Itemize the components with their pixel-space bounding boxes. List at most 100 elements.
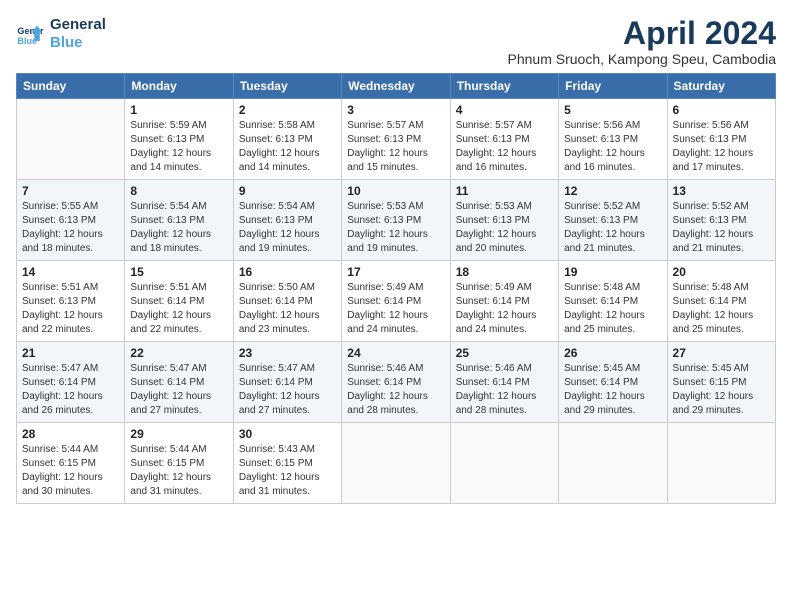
col-header-saturday: Saturday <box>667 74 775 99</box>
day-info: Sunrise: 5:54 AMSunset: 6:13 PMDaylight:… <box>130 200 227 256</box>
day-cell: 18 Sunrise: 5:49 AMSunset: 6:14 PMDayligh… <box>450 261 558 342</box>
calendar-table: SundayMondayTuesdayWednesdayThursdayFrid… <box>16 73 776 504</box>
col-header-monday: Monday <box>125 74 233 99</box>
day-number: 22 <box>130 346 227 360</box>
day-number: 16 <box>239 265 336 279</box>
week-row-2: 7 Sunrise: 5:55 AMSunset: 6:13 PMDaylight… <box>17 180 776 261</box>
day-info: Sunrise: 5:53 AMSunset: 6:13 PMDaylight:… <box>347 200 444 256</box>
day-info: Sunrise: 5:51 AMSunset: 6:13 PMDaylight:… <box>22 281 119 337</box>
logo: General Blue General Blue <box>16 16 106 52</box>
day-info: Sunrise: 5:44 AMSunset: 6:15 PMDaylight:… <box>130 443 227 499</box>
day-info: Sunrise: 5:46 AMSunset: 6:14 PMDaylight:… <box>456 362 553 418</box>
day-number: 26 <box>564 346 661 360</box>
day-cell: 10 Sunrise: 5:53 AMSunset: 6:13 PMDayligh… <box>342 180 450 261</box>
day-number: 3 <box>347 103 444 117</box>
day-number: 28 <box>22 427 119 441</box>
day-cell: 2 Sunrise: 5:58 AMSunset: 6:13 PMDaylight… <box>233 99 341 180</box>
day-number: 5 <box>564 103 661 117</box>
day-info: Sunrise: 5:44 AMSunset: 6:15 PMDaylight:… <box>22 443 119 499</box>
day-info: Sunrise: 5:48 AMSunset: 6:14 PMDaylight:… <box>673 281 770 337</box>
day-cell <box>342 423 450 504</box>
day-info: Sunrise: 5:46 AMSunset: 6:14 PMDaylight:… <box>347 362 444 418</box>
day-info: Sunrise: 5:53 AMSunset: 6:13 PMDaylight:… <box>456 200 553 256</box>
month-title: April 2024 <box>508 16 777 51</box>
week-row-5: 28 Sunrise: 5:44 AMSunset: 6:15 PMDayligh… <box>17 423 776 504</box>
col-header-friday: Friday <box>559 74 667 99</box>
svg-text:Blue: Blue <box>17 36 37 46</box>
day-info: Sunrise: 5:57 AMSunset: 6:13 PMDaylight:… <box>347 119 444 175</box>
day-cell: 28 Sunrise: 5:44 AMSunset: 6:15 PMDayligh… <box>17 423 125 504</box>
day-number: 24 <box>347 346 444 360</box>
logo-icon: General Blue <box>16 20 44 48</box>
day-number: 15 <box>130 265 227 279</box>
day-info: Sunrise: 5:50 AMSunset: 6:14 PMDaylight:… <box>239 281 336 337</box>
day-number: 7 <box>22 184 119 198</box>
day-info: Sunrise: 5:45 AMSunset: 6:14 PMDaylight:… <box>564 362 661 418</box>
day-number: 25 <box>456 346 553 360</box>
day-cell: 26 Sunrise: 5:45 AMSunset: 6:14 PMDayligh… <box>559 342 667 423</box>
day-number: 10 <box>347 184 444 198</box>
day-number: 18 <box>456 265 553 279</box>
day-info: Sunrise: 5:52 AMSunset: 6:13 PMDaylight:… <box>564 200 661 256</box>
day-cell: 20 Sunrise: 5:48 AMSunset: 6:14 PMDayligh… <box>667 261 775 342</box>
calendar-body: 1Sunrise: 5:59 AMSunset: 6:13 PMDaylight… <box>17 99 776 504</box>
col-header-sunday: Sunday <box>17 74 125 99</box>
day-number: 17 <box>347 265 444 279</box>
day-info: Sunrise: 5:56 AMSunset: 6:13 PMDaylight:… <box>564 119 661 175</box>
page-header: General Blue General Blue April 2024 Phn… <box>16 16 776 67</box>
day-cell: 7 Sunrise: 5:55 AMSunset: 6:13 PMDaylight… <box>17 180 125 261</box>
day-number: 21 <box>22 346 119 360</box>
day-number: 27 <box>673 346 770 360</box>
day-cell: 21 Sunrise: 5:47 AMSunset: 6:14 PMDayligh… <box>17 342 125 423</box>
day-number: 29 <box>130 427 227 441</box>
day-number: 4 <box>456 103 553 117</box>
day-info: Sunrise: 5:54 AMSunset: 6:13 PMDaylight:… <box>239 200 336 256</box>
col-header-tuesday: Tuesday <box>233 74 341 99</box>
day-cell: 22 Sunrise: 5:47 AMSunset: 6:14 PMDayligh… <box>125 342 233 423</box>
day-info: Sunrise: 5:43 AMSunset: 6:15 PMDaylight:… <box>239 443 336 499</box>
day-number: 9 <box>239 184 336 198</box>
day-number: 12 <box>564 184 661 198</box>
day-cell <box>17 99 125 180</box>
day-number: 11 <box>456 184 553 198</box>
logo-general: General <box>50 16 106 34</box>
day-cell <box>450 423 558 504</box>
day-number: 6 <box>673 103 770 117</box>
day-cell: 8Sunrise: 5:54 AMSunset: 6:13 PMDaylight… <box>125 180 233 261</box>
day-number: 19 <box>564 265 661 279</box>
week-row-4: 21 Sunrise: 5:47 AMSunset: 6:14 PMDayligh… <box>17 342 776 423</box>
day-cell: 6Sunrise: 5:56 AMSunset: 6:13 PMDaylight… <box>667 99 775 180</box>
day-number: 30 <box>239 427 336 441</box>
day-number: 13 <box>673 184 770 198</box>
day-cell: 14 Sunrise: 5:51 AMSunset: 6:13 PMDayligh… <box>17 261 125 342</box>
day-cell: 9 Sunrise: 5:54 AMSunset: 6:13 PMDaylight… <box>233 180 341 261</box>
location-title: Phnum Sruoch, Kampong Speu, Cambodia <box>508 51 777 67</box>
day-number: 2 <box>239 103 336 117</box>
col-header-wednesday: Wednesday <box>342 74 450 99</box>
day-cell: 1Sunrise: 5:59 AMSunset: 6:13 PMDaylight… <box>125 99 233 180</box>
day-info: Sunrise: 5:52 AMSunset: 6:13 PMDaylight:… <box>673 200 770 256</box>
day-cell: 4Sunrise: 5:57 AMSunset: 6:13 PMDaylight… <box>450 99 558 180</box>
day-cell: 17 Sunrise: 5:49 AMSunset: 6:14 PMDayligh… <box>342 261 450 342</box>
day-info: Sunrise: 5:49 AMSunset: 6:14 PMDaylight:… <box>347 281 444 337</box>
day-cell: 25 Sunrise: 5:46 AMSunset: 6:14 PMDayligh… <box>450 342 558 423</box>
day-cell: 12 Sunrise: 5:52 AMSunset: 6:13 PMDayligh… <box>559 180 667 261</box>
day-number: 14 <box>22 265 119 279</box>
day-info: Sunrise: 5:48 AMSunset: 6:14 PMDaylight:… <box>564 281 661 337</box>
day-info: Sunrise: 5:47 AMSunset: 6:14 PMDaylight:… <box>130 362 227 418</box>
day-info: Sunrise: 5:58 AMSunset: 6:13 PMDaylight:… <box>239 119 336 175</box>
day-cell: 16 Sunrise: 5:50 AMSunset: 6:14 PMDayligh… <box>233 261 341 342</box>
day-number: 20 <box>673 265 770 279</box>
calendar-header-row: SundayMondayTuesdayWednesdayThursdayFrid… <box>17 74 776 99</box>
day-cell: 23Sunrise: 5:47 AMSunset: 6:14 PMDayligh… <box>233 342 341 423</box>
day-cell: 27 Sunrise: 5:45 AMSunset: 6:15 PMDayligh… <box>667 342 775 423</box>
day-number: 23 <box>239 346 336 360</box>
day-info: Sunrise: 5:49 AMSunset: 6:14 PMDaylight:… <box>456 281 553 337</box>
day-info: Sunrise: 5:45 AMSunset: 6:15 PMDaylight:… <box>673 362 770 418</box>
day-cell: 11 Sunrise: 5:53 AMSunset: 6:13 PMDayligh… <box>450 180 558 261</box>
day-cell: 13 Sunrise: 5:52 AMSunset: 6:13 PMDayligh… <box>667 180 775 261</box>
day-info: Sunrise: 5:47 AMSunset: 6:14 PMDaylight:… <box>22 362 119 418</box>
day-cell <box>667 423 775 504</box>
day-info: Sunrise: 5:55 AMSunset: 6:13 PMDaylight:… <box>22 200 119 256</box>
day-cell: 30 Sunrise: 5:43 AMSunset: 6:15 PMDayligh… <box>233 423 341 504</box>
